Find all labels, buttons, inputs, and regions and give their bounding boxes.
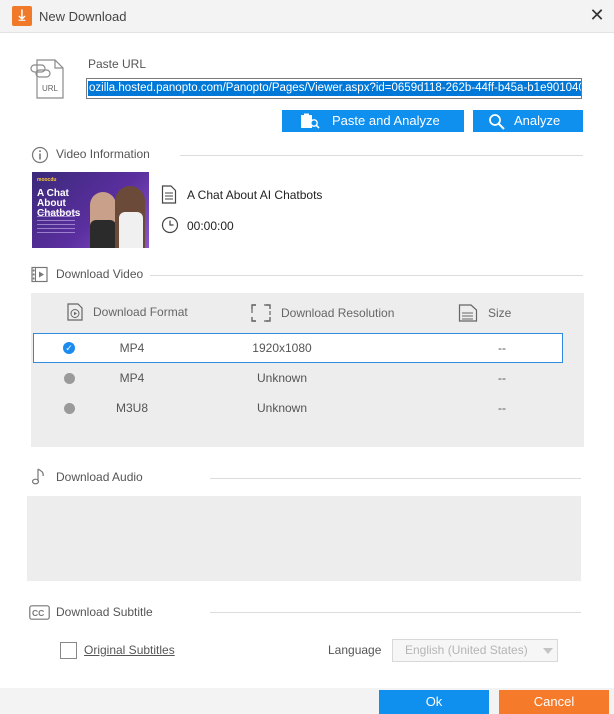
original-subtitles-label[interactable]: Original Subtitles (84, 643, 175, 657)
clock-icon (161, 216, 179, 234)
close-icon[interactable]: ✕ (587, 5, 607, 25)
row-resolution: Unknown (256, 401, 308, 415)
column-header-format: Download Format (93, 305, 188, 319)
radio-dot[interactable] (64, 373, 75, 384)
row-size: -- (498, 401, 506, 415)
ok-button[interactable]: Ok (379, 690, 489, 714)
music-note-icon (31, 468, 44, 485)
document-icon (161, 185, 177, 204)
selected-check-icon[interactable]: ✓ (63, 342, 75, 354)
column-header-size: Size (488, 306, 512, 320)
search-icon (489, 114, 505, 130)
download-audio-heading: Download Audio (56, 470, 143, 484)
row-size: -- (498, 341, 506, 355)
row-resolution: Unknown (256, 371, 308, 385)
row-format: M3U8 (115, 401, 148, 415)
film-icon (31, 266, 48, 283)
url-input[interactable]: ozilla.hosted.panopto.com/Panopto/Pages/… (86, 78, 582, 99)
analyze-button[interactable]: Analyze (473, 110, 583, 132)
thumbnail-brand: moocdu (37, 177, 57, 183)
row-size: -- (498, 371, 506, 385)
download-subtitle-heading: Download Subtitle (56, 605, 153, 619)
divider (180, 155, 583, 156)
cc-icon: CC (29, 605, 50, 620)
cancel-button[interactable]: Cancel (499, 690, 609, 714)
video-thumbnail: moocdu A Chat About Chatbots (32, 172, 149, 248)
language-label: Language (328, 643, 382, 657)
analyze-label: Analyze (514, 113, 561, 128)
audio-formats-list (27, 496, 581, 581)
row-format: MP4 (119, 341, 145, 355)
divider (150, 275, 583, 276)
url-input-value: ozilla.hosted.panopto.com/Panopto/Pages/… (88, 81, 581, 96)
video-format-icon (67, 303, 83, 321)
resolution-icon (251, 304, 271, 322)
divider (210, 612, 581, 613)
column-header-resolution: Download Resolution (281, 306, 395, 320)
original-subtitles-checkbox[interactable] (60, 642, 77, 659)
video-duration: 00:00:00 (187, 219, 234, 233)
clipboard-search-icon (301, 113, 320, 129)
window-title: New Download (39, 9, 127, 24)
chevron-down-icon (543, 648, 553, 654)
paste-url-label: Paste URL (88, 57, 147, 71)
divider (210, 478, 581, 479)
download-video-heading: Download Video (56, 267, 144, 281)
app-download-icon: ⤓ (12, 6, 32, 26)
language-select[interactable]: English (United States) (392, 639, 558, 662)
url-icon-text: URL (42, 84, 59, 93)
row-resolution: 1920x1080 (252, 341, 312, 355)
cc-icon-text: CC (32, 608, 44, 618)
url-file-icon: URL (30, 59, 64, 99)
radio-dot[interactable] (64, 403, 75, 414)
video-title: A Chat About AI Chatbots (187, 188, 323, 202)
paste-and-analyze-button[interactable]: Paste and Analyze (282, 110, 464, 132)
row-format: MP4 (119, 371, 145, 385)
info-icon (31, 146, 49, 164)
paste-and-analyze-label: Paste and Analyze (332, 113, 440, 128)
size-icon (458, 304, 478, 322)
language-select-value: English (United States) (405, 643, 528, 657)
video-information-heading: Video Information (56, 147, 150, 161)
